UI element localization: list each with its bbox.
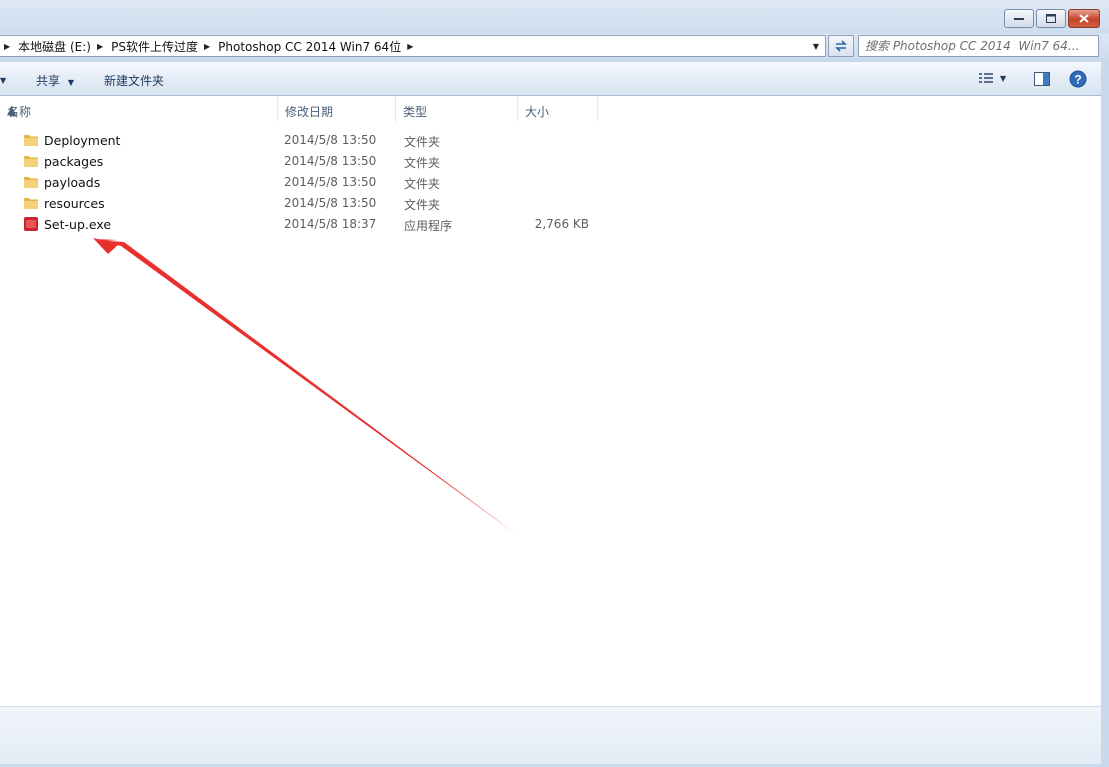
change-view-button[interactable]: ▼	[978, 71, 1006, 85]
file-list-view: 名称 ▲ 修改日期 类型 大小 Deployment 2014/5/8 13:5…	[0, 96, 1101, 706]
window-frame-right	[1101, 58, 1109, 767]
breadcrumb-arrow-icon[interactable]: ▶	[407, 42, 413, 51]
close-button[interactable]	[1068, 9, 1100, 28]
breadcrumb-item[interactable]: Photoshop CC 2014 Win7 64位 ▶	[218, 38, 421, 55]
column-header-date[interactable]: 修改日期	[278, 96, 396, 122]
breadcrumb-arrow-icon[interactable]: ▶	[97, 42, 103, 51]
file-row[interactable]: Deployment 2014/5/8 13:50 文件夹	[0, 130, 600, 151]
sort-ascending-icon: ▲	[7, 103, 17, 117]
preview-pane-button[interactable]	[1033, 71, 1051, 90]
help-icon: ?	[1069, 70, 1087, 88]
folder-icon	[24, 156, 38, 167]
close-icon	[1079, 14, 1089, 23]
refresh-button[interactable]	[828, 35, 854, 57]
caption-buttons	[1004, 9, 1100, 28]
column-header-name[interactable]: 名称 ▲	[0, 96, 278, 122]
folder-icon	[24, 198, 38, 209]
column-header-size[interactable]: 大小	[518, 96, 598, 122]
preview-pane-icon	[1034, 72, 1050, 86]
refresh-icon	[835, 40, 847, 52]
new-folder-button[interactable]: 新建文件夹	[104, 72, 164, 89]
chevron-down-icon: ▼	[812, 41, 820, 51]
details-view-icon	[979, 73, 993, 83]
maximize-button[interactable]	[1036, 9, 1066, 28]
search-input[interactable]	[865, 39, 1098, 53]
file-row[interactable]: Set-up.exe 2014/5/8 18:37 应用程序 2,766 KB	[0, 214, 600, 235]
command-bar: ▼ 共享 ▼ 新建文件夹 ▼ ?	[0, 62, 1109, 96]
help-button[interactable]: ?	[1069, 70, 1087, 91]
adobe-setup-icon	[24, 217, 38, 231]
column-header-type[interactable]: 类型	[396, 96, 518, 122]
title-bar	[0, 0, 1109, 34]
folder-icon	[24, 135, 38, 146]
minimize-icon	[1014, 17, 1024, 20]
share-button[interactable]: 共享 ▼	[36, 72, 74, 89]
details-pane	[0, 706, 1101, 764]
search-box[interactable]	[858, 35, 1099, 57]
chevron-down-icon: ▼	[1000, 73, 1007, 83]
breadcrumb-item[interactable]: 本地磁盘 (E:) ▶	[18, 38, 111, 55]
address-history-dropdown[interactable]: ▼	[807, 36, 825, 56]
breadcrumb-arrow-icon[interactable]: ▶	[204, 42, 210, 51]
minimize-button[interactable]	[1004, 9, 1034, 28]
file-row[interactable]: resources 2014/5/8 13:50 文件夹	[0, 193, 600, 214]
address-bar[interactable]: ▶ 本地磁盘 (E:) ▶ PS软件上传过度 ▶ Photoshop CC 2014…	[0, 35, 826, 57]
organize-dropdown-arrow[interactable]: ▼	[0, 76, 6, 85]
chevron-down-icon: ▼	[67, 78, 74, 87]
breadcrumb-root-arrow[interactable]: ▶	[4, 42, 18, 51]
file-row[interactable]: payloads 2014/5/8 13:50 文件夹	[0, 172, 600, 193]
maximize-icon	[1046, 14, 1056, 23]
breadcrumb-item[interactable]: PS软件上传过度 ▶	[111, 38, 218, 55]
address-row: ▶ 本地磁盘 (E:) ▶ PS软件上传过度 ▶ Photoshop CC 2014…	[0, 34, 1109, 58]
folder-icon	[24, 177, 38, 188]
svg-text:?: ?	[1074, 73, 1081, 87]
file-row[interactable]: packages 2014/5/8 13:50 文件夹	[0, 151, 600, 172]
